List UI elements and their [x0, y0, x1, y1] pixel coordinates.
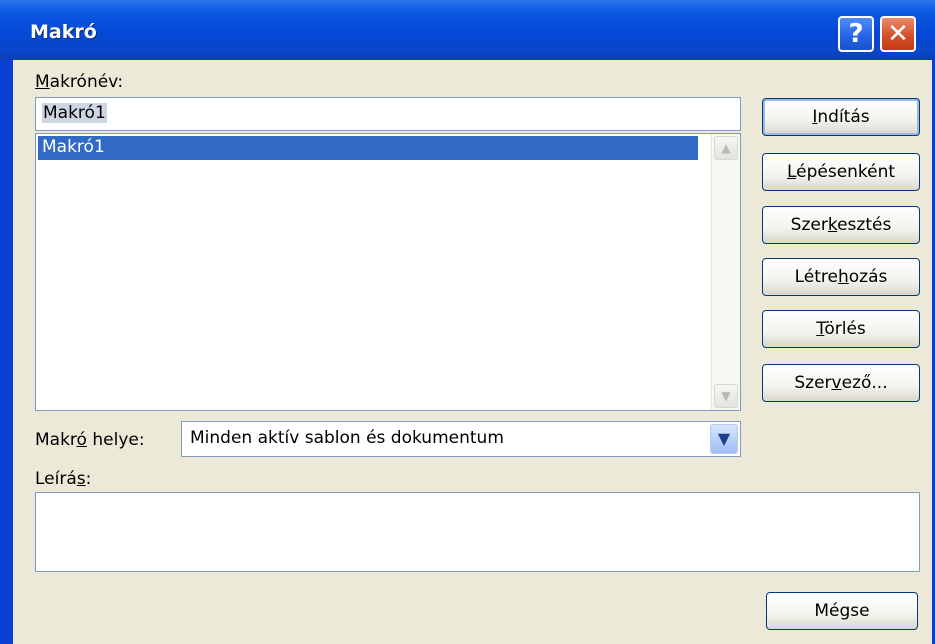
- delete-button[interactable]: Törlés: [762, 310, 920, 348]
- close-icon: ✕: [887, 19, 909, 49]
- chevron-down-icon: ▼: [721, 389, 731, 403]
- chevron-up-icon: ▲: [721, 141, 731, 155]
- dropdown-button[interactable]: ▼: [710, 424, 738, 454]
- description-label: Leírás:: [35, 469, 92, 489]
- list-item[interactable]: Makró1: [38, 136, 698, 160]
- description-field: [35, 492, 920, 572]
- dialog-title: Makró: [30, 21, 97, 43]
- macro-list[interactable]: Makró1 ▲ ▼: [35, 133, 741, 411]
- organizer-button[interactable]: Szervező...: [762, 364, 920, 402]
- create-button[interactable]: Létrehozás: [762, 258, 920, 296]
- help-icon: ?: [848, 19, 864, 49]
- cancel-button[interactable]: Mégse: [766, 592, 918, 630]
- macro-location-label: Makró helye:: [35, 430, 145, 450]
- step-into-button[interactable]: Lépésenként: [762, 153, 920, 191]
- help-button[interactable]: ?: [838, 16, 874, 52]
- list-scrollbar[interactable]: ▲ ▼: [711, 134, 740, 410]
- edit-button[interactable]: Szerkesztés: [762, 206, 920, 244]
- macro-location-select[interactable]: Minden aktív sablon és dokumentum ▼: [181, 421, 741, 457]
- dialog-body: Makrónév: Makró1 Makró1 ▲ ▼ Indítás Lépé…: [13, 60, 932, 644]
- macro-dialog: Makró ? ✕ Makrónév: Makró1 Makró1 ▲ ▼ In…: [0, 0, 935, 644]
- macro-name-value: Makró1: [42, 103, 107, 123]
- macro-location-value: Minden aktív sablon és dokumentum: [190, 428, 504, 448]
- chevron-down-icon: ▼: [717, 429, 731, 448]
- title-bar[interactable]: Makró ? ✕: [0, 0, 935, 60]
- run-button[interactable]: Indítás: [762, 98, 920, 136]
- close-button[interactable]: ✕: [880, 16, 916, 52]
- scroll-up-button[interactable]: ▲: [714, 136, 738, 160]
- macro-name-label: Makrónév:: [35, 72, 124, 92]
- macro-name-input[interactable]: Makró1: [35, 97, 741, 131]
- scroll-down-button[interactable]: ▼: [714, 384, 738, 408]
